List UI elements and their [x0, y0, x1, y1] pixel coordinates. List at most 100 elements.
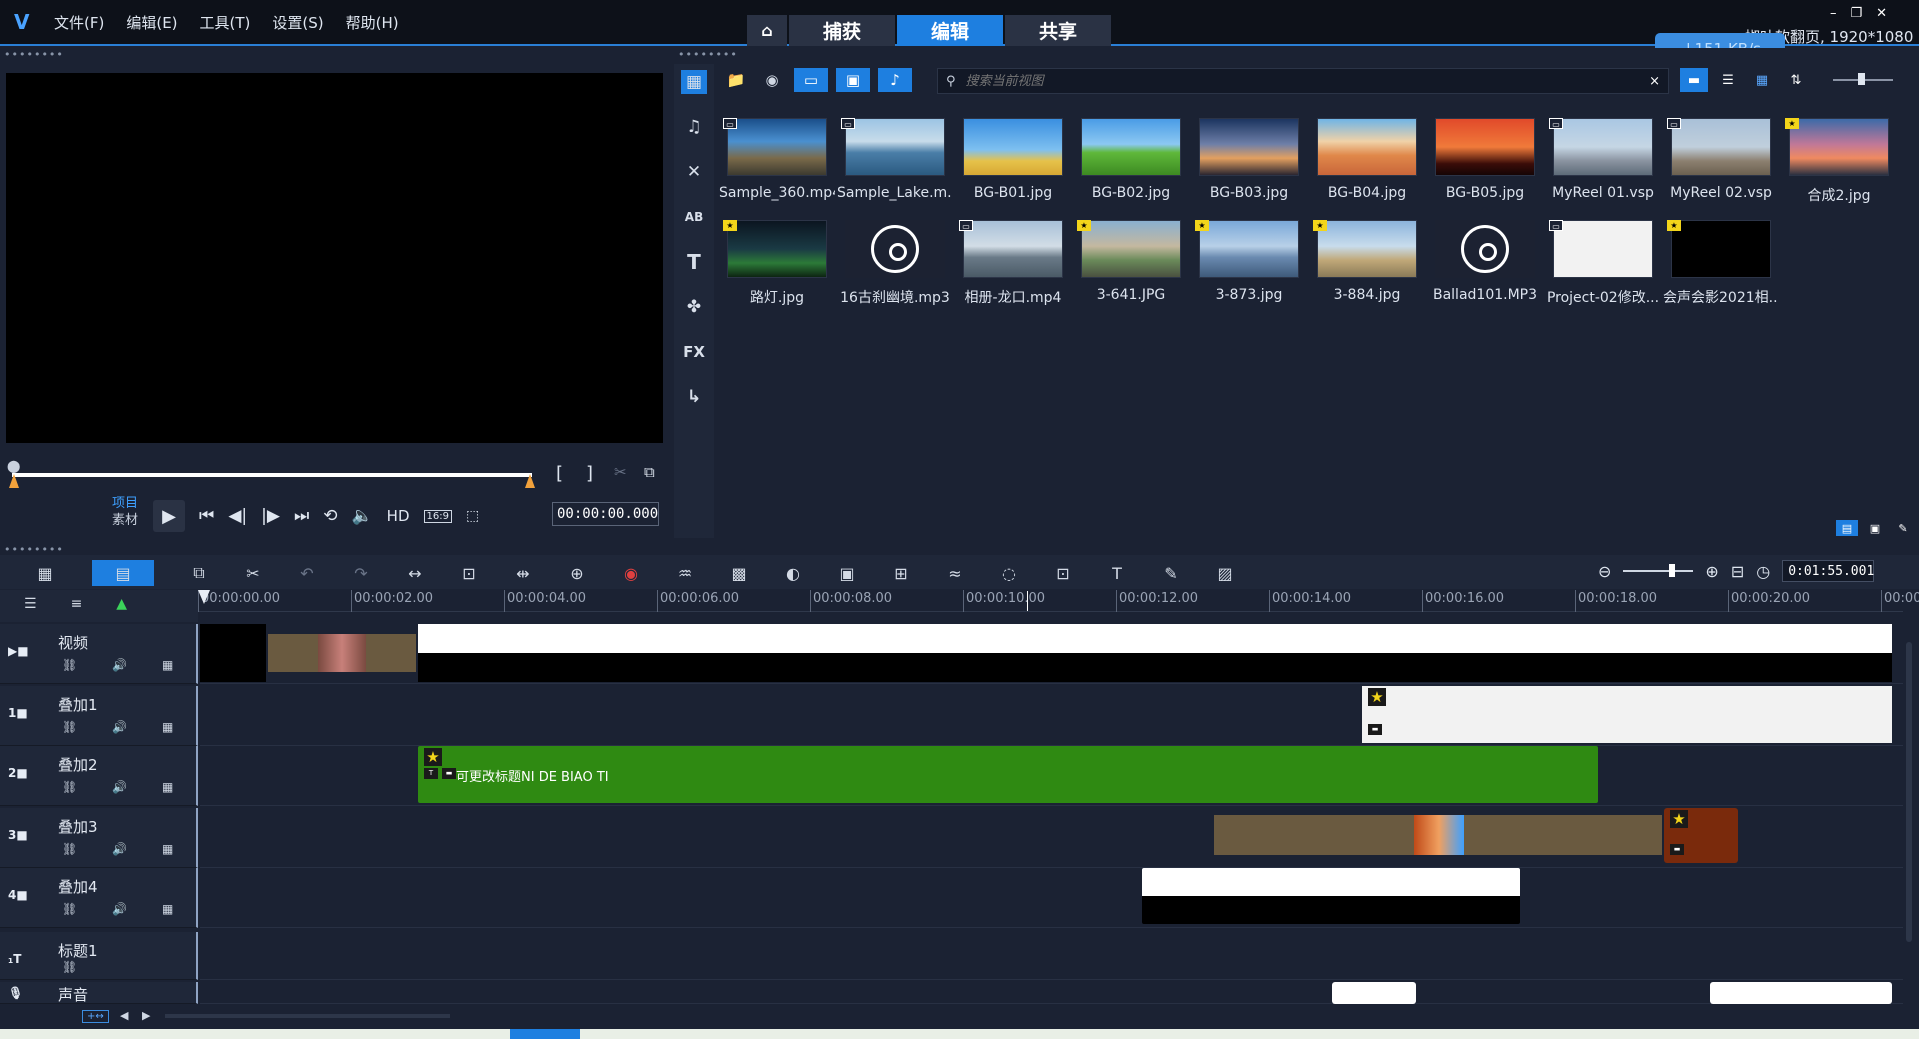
scroll-right-icon[interactable]: ▶ — [142, 1009, 150, 1022]
library-layout-icon[interactable]: ▣ — [1864, 520, 1886, 536]
scrubber-handle-icon[interactable]: ⬤ — [7, 459, 20, 473]
grid-view-icon[interactable]: ▦ — [1748, 68, 1776, 92]
go-start-icon[interactable]: ⏮ — [199, 506, 214, 526]
multi-trim-icon[interactable]: ⊕ — [550, 560, 604, 586]
media-item[interactable]: BG-B01.jpg — [954, 104, 1072, 206]
menu-tools[interactable]: 工具(T) — [200, 12, 251, 33]
repeat-icon[interactable]: ⟲ — [323, 506, 337, 526]
auto-music-icon[interactable]: ◌ — [982, 560, 1036, 586]
ripple-edit-icon[interactable]: ⇹ — [496, 560, 550, 586]
time-remap-icon[interactable]: ≈ — [928, 560, 982, 586]
mark-in-button[interactable]: [ — [556, 463, 563, 484]
instant-project-icon[interactable]: ♫ — [681, 115, 707, 139]
show-audio-icon[interactable]: ♪ — [878, 68, 912, 92]
media-item[interactable]: ★ 路灯.jpg — [718, 206, 836, 308]
overlay2-title-clip[interactable]: ★ T ▬ 可更改标题NI DE BIAO TI — [418, 746, 1598, 803]
fit-timeline-icon[interactable]: ⊟ — [1731, 562, 1744, 581]
track-lane[interactable] — [200, 868, 1903, 928]
thumbnail-size-knob[interactable] — [1858, 73, 1865, 85]
track-header[interactable]: 1■ 叠加1 ⛓ 🔊 ▦ — [0, 686, 198, 746]
timeline-ruler[interactable]: 00:00:00.00 00:00:02.00 00:00:04.00 00:00:0… — [198, 590, 1919, 612]
link-icon[interactable]: ⛓ — [62, 842, 77, 856]
menu-file[interactable]: 文件(F) — [54, 12, 104, 33]
go-end-icon[interactable]: ⏭ — [294, 506, 309, 526]
track-lane[interactable] — [200, 982, 1903, 1004]
media-item[interactable]: BG-B03.jpg — [1190, 104, 1308, 206]
track-visibility-icon[interactable]: ▦ — [162, 842, 173, 856]
paint-creator-icon[interactable]: ✎ — [1144, 560, 1198, 586]
media-item[interactable]: ▭ Project-02修改... — [1544, 206, 1662, 308]
media-item[interactable]: ▭ MyReel 02.vsp — [1662, 104, 1780, 206]
zoom-slider[interactable] — [1623, 564, 1694, 577]
media-item[interactable]: ★ 会声会影2021相... — [1662, 206, 1780, 308]
volume-icon[interactable]: 🔈 — [352, 506, 373, 526]
tab-share[interactable]: 共享 — [1005, 15, 1111, 46]
track-visibility-icon[interactable]: ▦ — [162, 658, 173, 672]
media-item[interactable]: ★ 3-873.jpg — [1190, 206, 1308, 308]
library-edit-icon[interactable]: ✎ — [1892, 520, 1914, 536]
search-input[interactable] — [963, 72, 1642, 90]
media-item[interactable]: ▭ 相册-龙口.mp4 — [954, 206, 1072, 308]
timeline-vertical-scrollbar[interactable] — [1903, 612, 1915, 1004]
track-lane[interactable] — [200, 932, 1903, 980]
link-icon[interactable]: ⛓ — [62, 720, 77, 734]
hd-toggle[interactable]: HD — [387, 507, 410, 525]
track-volume-icon[interactable]: 🔊 — [112, 780, 127, 794]
scroll-left-icon[interactable]: ◀ — [120, 1009, 128, 1022]
link-icon[interactable]: ⛓ — [62, 902, 77, 916]
enlarge-preview-icon[interactable]: ⧉ — [644, 463, 655, 481]
tab-capture[interactable]: 捕获 — [789, 15, 895, 46]
add-chapter-icon[interactable]: ≡ — [71, 596, 83, 622]
transition-category-icon[interactable]: ✕ — [681, 160, 707, 184]
media-item[interactable]: ★ 3-884.jpg — [1308, 206, 1426, 308]
track-volume-icon[interactable]: 🔊 — [112, 842, 127, 856]
link-icon[interactable]: ⛓ — [62, 780, 77, 794]
media-item[interactable]: ▭ MyReel 01.vsp — [1544, 104, 1662, 206]
change-size-icon[interactable]: ⬚ — [466, 508, 479, 524]
minimize-icon[interactable]: – — [1830, 6, 1837, 21]
track-volume-icon[interactable]: 🔊 — [112, 902, 127, 916]
filter-category-icon[interactable]: FX — [681, 340, 707, 364]
split-clip-icon[interactable]: ✂ — [614, 463, 627, 481]
track-header[interactable]: ₁T 标题1 ⛓ — [0, 932, 198, 980]
track-header[interactable]: 🎙 声音 — [0, 982, 198, 1004]
audio-mixer-icon[interactable]: ♒ — [658, 560, 712, 586]
zoom-in-icon[interactable]: ⊕ — [1705, 562, 1718, 581]
media-item[interactable]: ★ 合成2.jpg — [1780, 104, 1898, 206]
redo-icon[interactable]: ↷ — [334, 560, 388, 586]
show-video-icon[interactable]: ▭ — [794, 68, 828, 92]
media-item[interactable]: ★ 3-641.JPG — [1072, 206, 1190, 308]
overlay3-clip-end[interactable]: ★ ▬ — [1664, 808, 1738, 863]
play-button[interactable]: ▶ — [153, 500, 185, 532]
sort-icon[interactable]: ⇅ — [1782, 68, 1810, 92]
storyboard-view-icon[interactable]: ▦ — [18, 560, 72, 586]
video-clip-transition[interactable] — [268, 634, 416, 672]
voice-clip[interactable] — [1710, 982, 1892, 1004]
list-view-icon[interactable]: ☰ — [1714, 68, 1742, 92]
voice-clip[interactable] — [1332, 982, 1416, 1004]
preview-mode-switch[interactable]: 项目 素材 — [112, 495, 138, 529]
timeline-view-icon[interactable]: ▤ — [92, 560, 154, 586]
track-visibility-icon[interactable]: ▦ — [162, 780, 173, 794]
multicam-icon[interactable]: ▨ — [1198, 560, 1252, 586]
thumbnail-view-icon[interactable]: ▬ — [1680, 68, 1708, 92]
clear-search-icon[interactable]: × — [1649, 74, 1660, 89]
track-header[interactable]: 3■ 叠加3 ⛓ 🔊 ▦ — [0, 808, 198, 868]
menu-help[interactable]: 帮助(H) — [346, 12, 399, 33]
track-visibility-icon[interactable]: ▦ — [162, 720, 173, 734]
overlay3-clip[interactable] — [1214, 815, 1662, 855]
track-visibility-icon[interactable]: ▦ — [162, 902, 173, 916]
video-clip-main[interactable] — [418, 624, 1892, 682]
restore-icon[interactable]: ❐ — [1851, 6, 1863, 21]
graphics-category-icon[interactable]: ✤ — [681, 295, 707, 319]
motion-tracking-icon[interactable]: ▩ — [712, 560, 766, 586]
mode-project-label[interactable]: 项目 — [112, 495, 138, 512]
mode-clip-label[interactable]: 素材 — [112, 512, 138, 529]
link-icon[interactable]: ⛓ — [62, 960, 77, 974]
track-header[interactable]: 4■ 叠加4 ⛓ 🔊 ▦ — [0, 868, 198, 928]
show-photo-icon[interactable]: ▣ — [836, 68, 870, 92]
media-item[interactable]: ▭ Sample_Lake.m... — [836, 104, 954, 206]
subtitle-editor-icon[interactable]: ▣ — [820, 560, 874, 586]
title-template-icon[interactable]: AB — [681, 205, 707, 229]
preview-scrubber[interactable] — [12, 473, 532, 477]
